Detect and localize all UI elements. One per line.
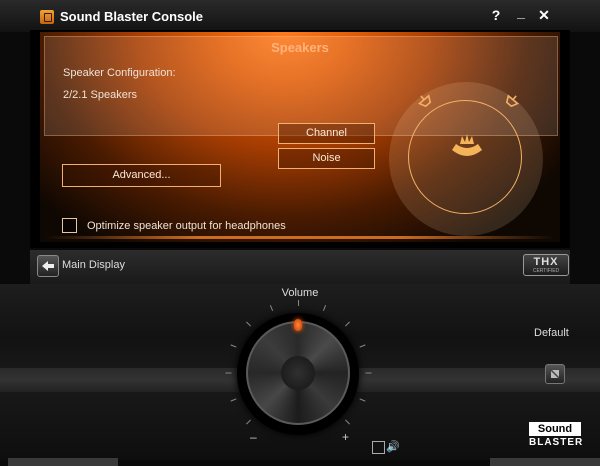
thx-logo[interactable]: THX CERTIFIED (523, 254, 569, 276)
close-button[interactable]: ✕ (535, 7, 553, 24)
default-button[interactable] (545, 364, 565, 384)
main-display-link[interactable]: Main Display (62, 259, 125, 271)
noise-button[interactable]: Noise (278, 148, 375, 169)
front-right-speaker-icon[interactable] (499, 90, 523, 114)
volume-min-symbol: – (250, 430, 257, 444)
volume-max-symbol: + (342, 430, 350, 444)
app-window: Sound Blaster Console ? _ ✕ Speakers Spe… (0, 0, 600, 466)
back-arrow-icon (42, 261, 54, 271)
left-foot (8, 458, 118, 466)
listener-icon (452, 134, 482, 156)
volume-knob-center (281, 356, 315, 390)
window-title: Sound Blaster Console (60, 9, 204, 24)
thx-logo-subtext: CERTIFIED (532, 268, 560, 274)
sound-blaster-logo: Sound BLASTER (529, 422, 584, 450)
advanced-button[interactable]: Advanced... (62, 164, 221, 187)
app-icon (40, 10, 54, 24)
headphones-option-label[interactable]: Optimize speaker output for headphones (87, 220, 286, 232)
speaker-config-label: Speaker Configuration: (63, 67, 176, 79)
mute-checkbox[interactable] (372, 441, 385, 454)
logo-line2: BLASTER (529, 437, 584, 448)
logo-line1: Sound (529, 422, 581, 436)
default-label: Default (534, 327, 569, 339)
volume-tick (225, 372, 231, 374)
panel-heading: Speakers (271, 40, 329, 55)
right-foot (490, 458, 600, 466)
minimize-button[interactable]: _ (512, 4, 530, 20)
channel-button[interactable]: Channel (278, 123, 375, 144)
help-button[interactable]: ? (487, 7, 505, 23)
front-left-speaker-icon[interactable] (414, 90, 438, 114)
back-button[interactable] (37, 255, 59, 277)
headphones-checkbox[interactable] (62, 218, 77, 233)
speaker-config-value[interactable]: 2/2.1 Speakers (63, 89, 137, 101)
volume-label: Volume (281, 287, 319, 299)
volume-tick (297, 300, 299, 306)
title-bar[interactable]: Sound Blaster Console ? _ ✕ (0, 0, 600, 32)
panel-glow-line (44, 236, 556, 239)
volume-tick (365, 372, 371, 374)
speaker-volume-icon: 🔊 (386, 441, 400, 453)
default-reset-icon (550, 369, 560, 379)
thx-logo-text: THX (533, 256, 559, 268)
volume-knob-indicator (294, 319, 302, 331)
